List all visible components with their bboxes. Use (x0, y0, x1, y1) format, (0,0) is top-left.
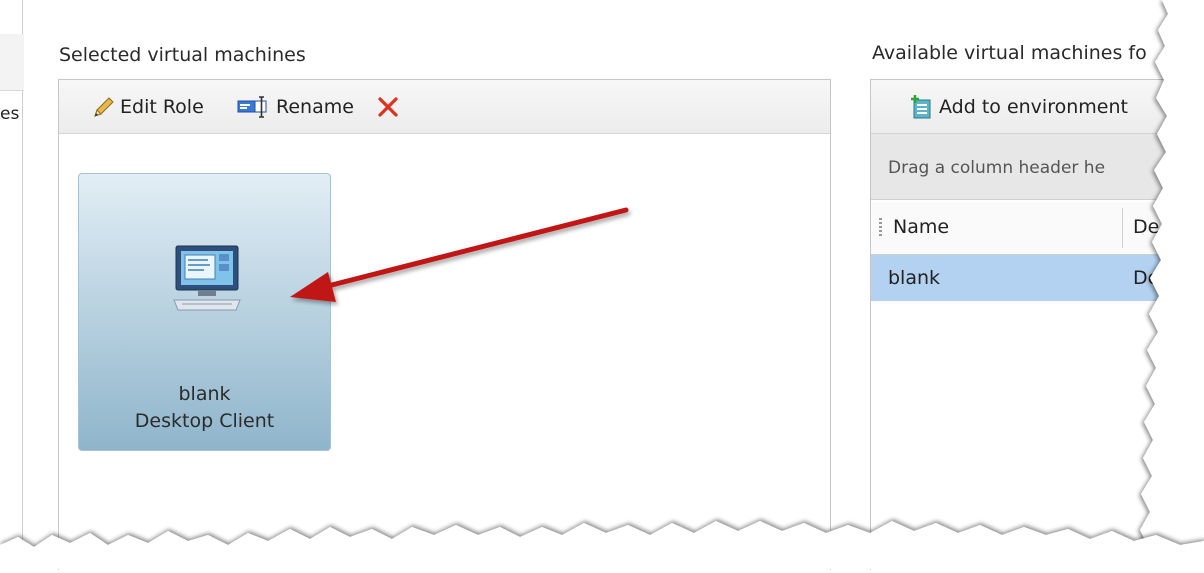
vm-role: Desktop Client (134, 410, 275, 432)
left-pane-tab[interactable] (0, 34, 24, 91)
annotation-arrow (280, 200, 640, 314)
rename-label: Rename (276, 96, 354, 118)
column-header-name[interactable]: Name (893, 216, 949, 238)
selected-vms-toolbar: Edit Role Rename (59, 80, 830, 134)
vm-name: blank (178, 383, 231, 405)
rename-button[interactable]: Rename (237, 93, 354, 121)
delete-button[interactable] (376, 93, 400, 121)
row-name-cell: blank (888, 267, 941, 289)
torn-edge-right (1110, 0, 1204, 573)
available-vms-title: Available virtual machines fo (872, 42, 1147, 64)
left-pane-text: es (0, 104, 20, 124)
add-to-environment-label: Add to environment (939, 96, 1128, 118)
rename-icon (237, 95, 273, 119)
selected-vms-title: Selected virtual machines (59, 44, 306, 66)
add-vm-icon (909, 94, 933, 120)
edit-role-label: Edit Role (120, 96, 204, 118)
column-grip-icon[interactable] (879, 218, 882, 236)
selected-vms-panel: Edit Role Rename blank Desktop Client (58, 79, 831, 570)
pencil-icon (92, 95, 116, 119)
group-by-hint: Drag a column header he (888, 158, 1106, 178)
edit-role-button[interactable]: Edit Role (92, 93, 204, 121)
torn-edge-bottom (0, 505, 1204, 573)
add-to-environment-button[interactable]: Add to environment (909, 93, 1128, 121)
desktop-client-icon (172, 244, 242, 320)
delete-icon (376, 95, 400, 119)
